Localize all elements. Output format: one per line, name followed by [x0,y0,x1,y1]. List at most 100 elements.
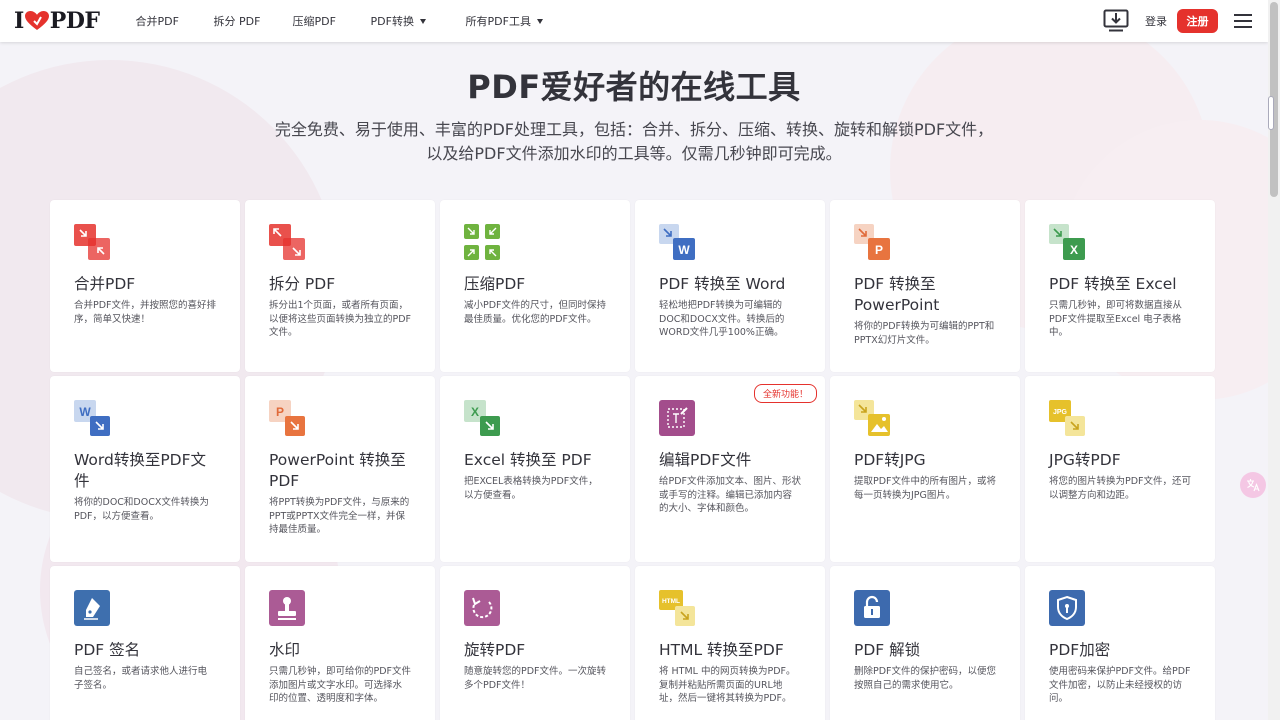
page-scrollbar[interactable] [1268,0,1280,720]
excel-to-pdf-icon: X [464,400,500,436]
pdf-to-jpg-icon [854,400,890,436]
stamp-icon [269,590,305,626]
tool-description: 提取PDF文件中的所有图片，或将每一页转换为JPG图片。 [854,476,997,501]
logo-letter-i: I [14,8,24,34]
tool-card-powerpoint-to-pdf[interactable]: P PowerPoint 转换至 PDF 将PPT转换为PDF文件，与原来的PP… [245,376,435,562]
tool-card-word-to-pdf[interactable]: W Word转换至PDF文件 将你的DOC和DOCX文件转换为PDF，以方便查看… [50,376,240,562]
tool-card-edit-pdf[interactable]: 全新功能！ 编辑PDF文件 给PDF文件添加文本、图片、形状或手写的注释。编辑已… [635,376,825,562]
nav-split-pdf[interactable]: 拆分 PDF [214,0,293,42]
tool-description: 随意旋转您的PDF文件。一次旋转多个PDF文件！ [464,666,607,691]
translate-float-icon[interactable] [1240,472,1266,498]
tool-title: PDF 转换至 PowerPoint [854,275,940,314]
tool-description: 自己签名，或者请求他人进行电子签名。 [74,666,208,691]
jpg-to-pdf-icon: JPG [1049,400,1085,436]
tool-card-compress-pdf[interactable]: 压缩PDF 减小PDF文件的尺寸，但同时保持最佳质量。优化您的PDF文件。 [440,200,630,372]
heart-icon [24,11,49,30]
tool-title: 合并PDF [74,275,136,293]
svg-text:W: W [678,243,690,257]
tool-card-split-pdf[interactable]: 拆分 PDF 拆分出1个页面，或者所有页面，以便将这些页面转换为独立的PDF文件… [245,200,435,372]
logo-text-pdf: PDF [49,8,100,34]
hamburger-menu-icon[interactable] [1234,14,1252,28]
unlock-icon [854,590,890,626]
svg-text:X: X [1070,243,1078,257]
tool-description: 使用密码来保护PDF文件。给PDF文件加密，以防止未经授权的访问。 [1049,666,1191,704]
tool-description: 只需几秒钟，即可将数据直接从PDF文件提取至Excel 电子表格中。 [1049,300,1183,338]
tool-title: PDF 转换至 Word [659,275,786,293]
nav-merge-pdf[interactable]: 合并PDF [136,0,214,42]
tool-description: 将PPT转换为PDF文件，与原来的PPT或PPTX文件完全一样，并保持最佳质量。 [269,497,410,535]
tool-card-html-to-pdf[interactable]: HTML HTML 转换至PDF 将 HTML 中的网页转换为PDF。复制并粘贴… [635,566,825,720]
tool-description: 给PDF文件添加文本、图片、形状或手写的注释。编辑已添加内容的大小、字体和颜色。 [659,476,802,514]
pdf-to-ppt-icon: P [854,224,890,260]
nav-all-tools[interactable]: 所有PDF工具 [466,0,576,42]
shield-icon [1049,590,1085,626]
svg-text:P: P [875,243,883,257]
svg-text:JPG: JPG [1053,409,1068,416]
translate-icon [1247,479,1260,492]
svg-text:HTML: HTML [662,598,680,605]
tool-title: HTML 转换至PDF [659,641,784,659]
compress-icon [464,224,500,260]
tool-title: PDF 解锁 [854,641,921,659]
svg-text:W: W [79,405,91,419]
tool-title: PDF 转换至 Excel [1049,275,1177,293]
scroll-indicator [1268,96,1274,130]
caret-down-icon [536,18,543,24]
tool-description: 只需几秒钟，即可给你的PDF文件添加图片或文字水印。可选择水印的位置、透明度和字… [269,666,412,704]
tool-card-pdf-to-jpg[interactable]: PDF转JPG 提取PDF文件中的所有图片，或将每一页转换为JPG图片。 [830,376,1020,562]
merge-icon [74,224,110,260]
page-subtitle: 完全免费、易于使用、丰富的PDF处理工具，包括：合并、拆分、压缩、转换、旋转和解… [274,120,994,163]
top-navbar: I PDF 合并PDF 拆分 PDF 压缩PDF PDF转换 所有PDF工具 登… [0,0,1268,42]
pen-nib-icon [74,590,110,626]
tool-description: 拆分出1个页面，或者所有页面，以便将这些页面转换为独立的PDF文件。 [269,300,412,338]
split-icon [269,224,305,260]
tool-title: JPG转PDF [1049,451,1121,469]
tool-title: Word转换至PDF文件 [74,451,207,490]
word-to-pdf-icon: W [74,400,110,436]
tool-title: 压缩PDF [464,275,526,293]
edit-pdf-icon [659,400,695,436]
hero-section: PDF爱好者的在线工具 完全免费、易于使用、丰富的PDF处理工具，包括：合并、拆… [0,62,1268,166]
tool-title: PDF转JPG [854,451,926,469]
tool-description: 轻松地把PDF转换为可编辑的DOC和DOCX文件。转换后的WORD文件几乎100… [659,300,785,338]
tool-card-pdf-to-excel[interactable]: X PDF 转换至 Excel 只需几秒钟，即可将数据直接从PDF文件提取至Ex… [1025,200,1215,372]
main-nav: 合并PDF 拆分 PDF 压缩PDF PDF转换 所有PDF工具 [136,0,576,42]
tool-description: 删除PDF文件的保护密码，以便您按照自己的需求使用它。 [854,666,997,691]
tool-description: 将 HTML 中的网页转换为PDF。复制并粘贴所需页面的URL地址，然后一键将其… [659,666,796,704]
nav-convert-pdf[interactable]: PDF转换 [371,0,466,42]
tool-card-merge-pdf[interactable]: 合并PDF 合并PDF文件，并按照您的喜好排序，简单又快速！ [50,200,240,372]
tool-title: 旋转PDF [464,641,526,659]
tool-card-pdf-to-word[interactable]: W PDF 转换至 Word 轻松地把PDF转换为可编辑的DOC和DOCX文件。… [635,200,825,372]
desktop-download-icon[interactable] [1103,9,1129,33]
tool-card-sign-pdf[interactable]: PDF 签名 自己签名，或者请求他人进行电子签名。 [50,566,240,720]
ppt-to-pdf-icon: P [269,400,305,436]
tool-description: 合并PDF文件，并按照您的喜好排序，简单又快速！ [74,300,217,325]
tool-card-jpg-to-pdf[interactable]: JPG JPG转PDF 将您的图片转换为PDF文件，还可以调整方向和边距。 [1025,376,1215,562]
svg-text:X: X [471,405,479,419]
tool-title: PDF加密 [1049,641,1111,659]
tool-title: 拆分 PDF [269,275,336,293]
tool-card-protect-pdf[interactable]: PDF加密 使用密码来保护PDF文件。给PDF文件加密，以防止未经授权的访问。 [1025,566,1215,720]
tool-title: 水印 [269,641,301,659]
tool-title: PDF 签名 [74,641,141,659]
html-to-pdf-icon: HTML [659,590,695,626]
tool-card-pdf-to-powerpoint[interactable]: P PDF 转换至 PowerPoint 将你的PDF转换为可编辑的PPT和PP… [830,200,1020,372]
header-actions: 登录 注册 [1103,0,1268,42]
pdf-to-excel-icon: X [1049,224,1085,260]
login-link[interactable]: 登录 [1145,13,1167,29]
new-feature-badge: 全新功能！ [753,384,817,403]
tool-card-watermark[interactable]: 水印 只需几秒钟，即可给你的PDF文件添加图片或文字水印。可选择水印的位置、透明… [245,566,435,720]
tool-description: 将你的PDF转换为可编辑的PPT和PPTX幻灯片文件。 [854,321,995,346]
caret-down-icon [419,18,426,24]
signup-button[interactable]: 注册 [1177,9,1218,33]
tool-card-rotate-pdf[interactable]: 旋转PDF 随意旋转您的PDF文件。一次旋转多个PDF文件！ [440,566,630,720]
tool-card-unlock-pdf[interactable]: PDF 解锁 删除PDF文件的保护密码，以便您按照自己的需求使用它。 [830,566,1020,720]
tool-card-excel-to-pdf[interactable]: X Excel 转换至 PDF 把EXCEL表格转换为PDF文件，以方便查看。 [440,376,630,562]
tool-description: 把EXCEL表格转换为PDF文件，以方便查看。 [464,476,598,501]
rotate-icon [464,590,500,626]
tool-title: Excel 转换至 PDF [464,451,592,469]
page-title: PDF爱好者的在线工具 [467,68,801,106]
tool-title: 编辑PDF文件 [659,451,752,469]
nav-compress-pdf[interactable]: 压缩PDF [293,0,371,42]
ilovepdf-logo[interactable]: I PDF [14,0,100,42]
